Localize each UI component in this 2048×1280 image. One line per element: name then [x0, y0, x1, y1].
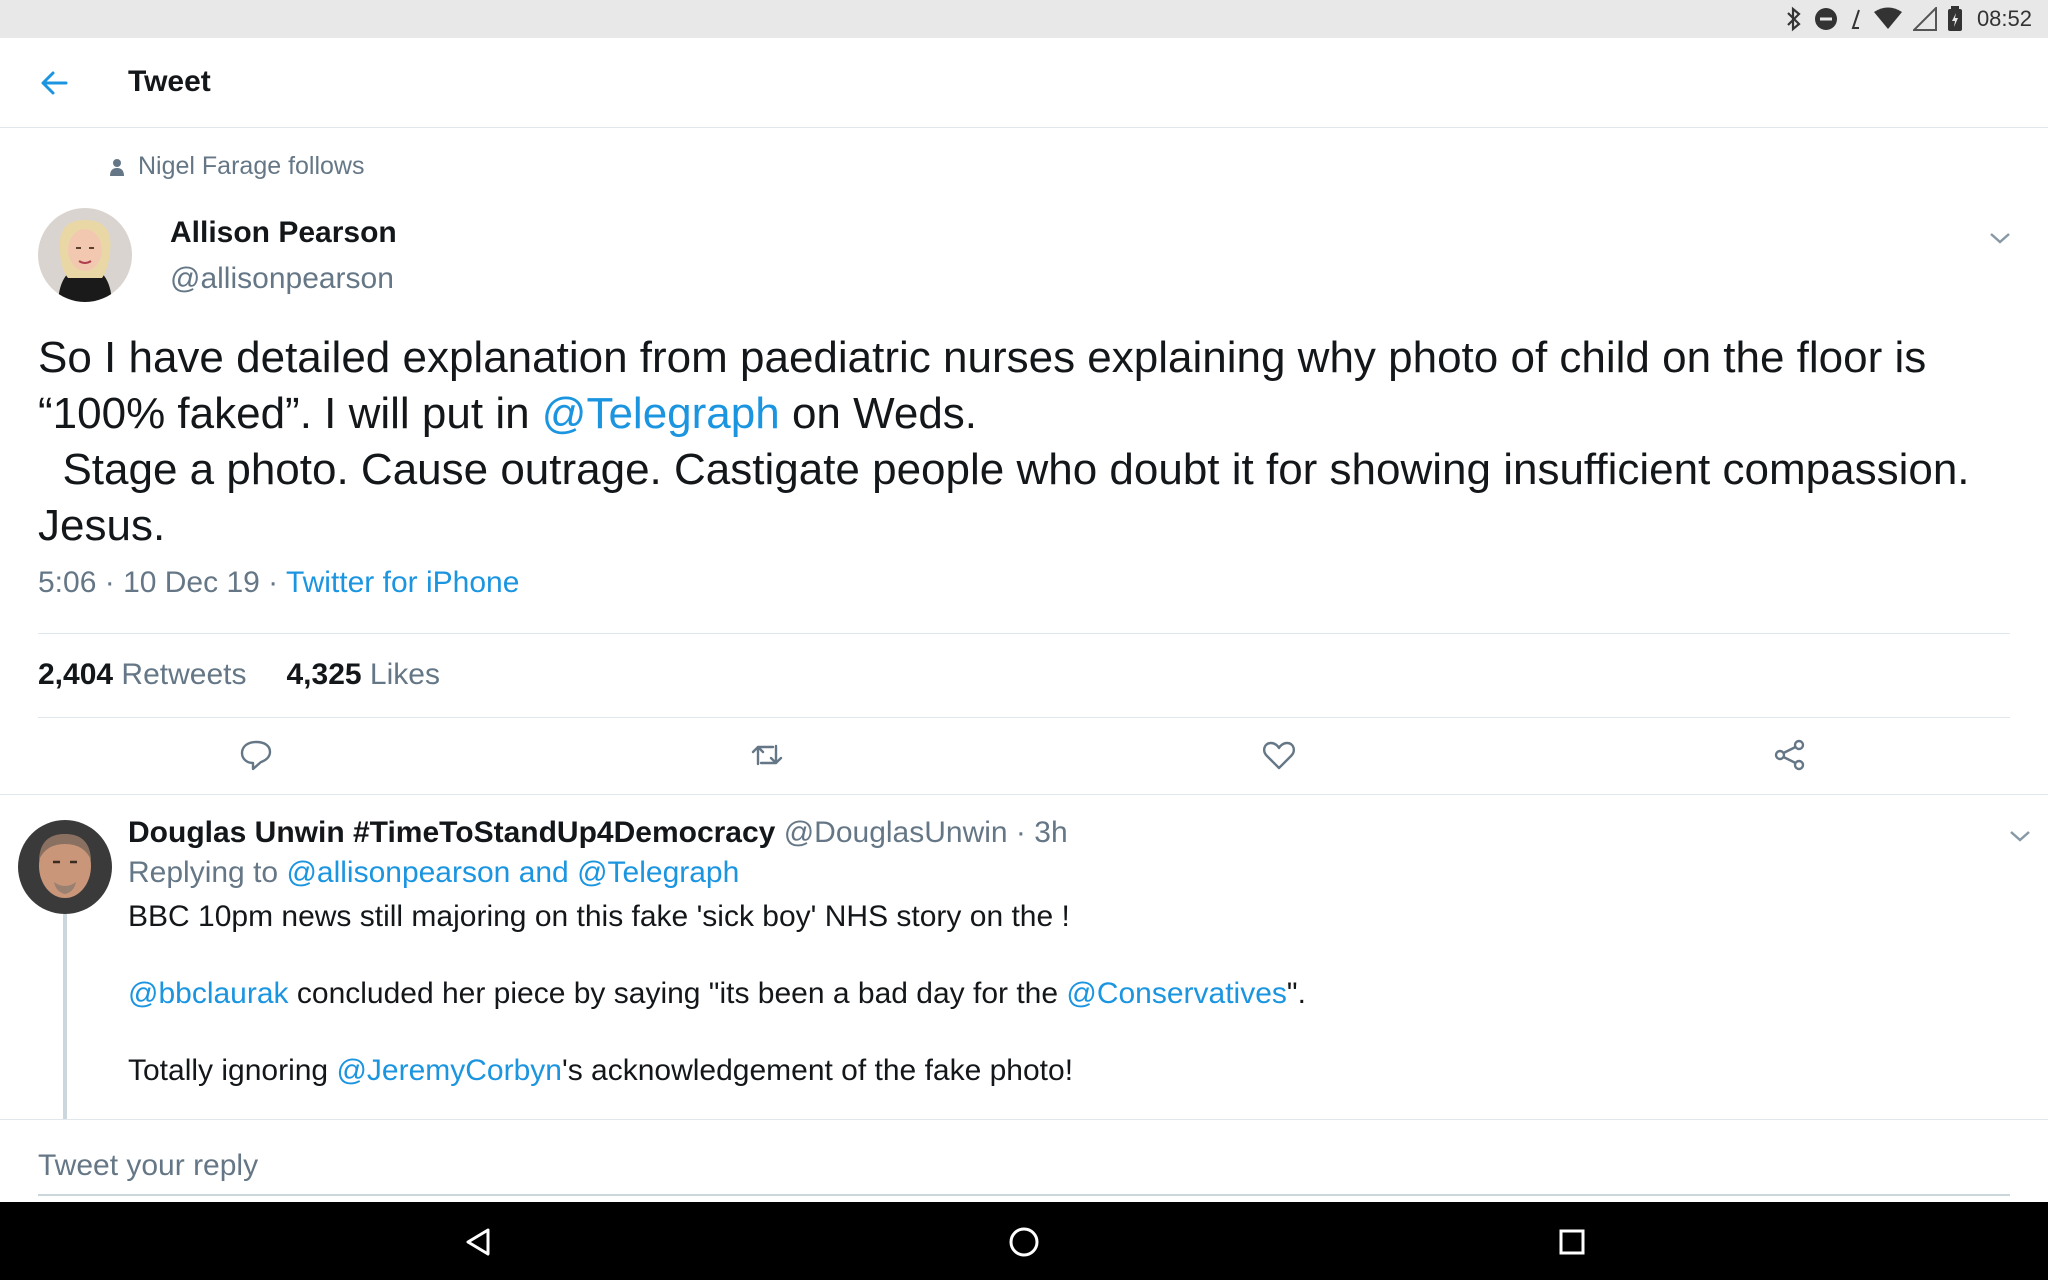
- tweet-time: 5:06: [38, 566, 97, 599]
- system-nav-bar: [0, 1202, 2048, 1280]
- data-icon: [1851, 9, 1860, 29]
- back-button[interactable]: [36, 66, 80, 100]
- tweet-text-part: So I have detailed explanation from paed…: [38, 333, 1939, 438]
- nav-back-icon: [466, 1228, 490, 1256]
- tweet-reply-input[interactable]: [38, 1140, 2010, 1192]
- mention-link[interactable]: @bbclaurak: [128, 977, 289, 1010]
- divider: [0, 794, 2048, 795]
- replying-to-link[interactable]: @allisonpearson and @Telegraph: [286, 856, 739, 889]
- reply-author[interactable]: Douglas Unwin #TimeToStandUp4Democracy @…: [128, 816, 1068, 850]
- replying-label: Replying to: [128, 856, 287, 889]
- reply-paragraph: BBC 10pm news still majoring on this fak…: [128, 900, 1070, 933]
- nav-recents-icon: [1559, 1229, 1585, 1255]
- reply-author-avatar-image: [18, 820, 112, 914]
- like-icon: [1263, 741, 1295, 770]
- tweet-options-button[interactable]: [1988, 228, 2012, 248]
- author-avatar-image: [38, 208, 132, 302]
- author-handle[interactable]: @allisonpearson: [170, 262, 394, 296]
- reply-text-part: Totally ignoring: [128, 1054, 337, 1087]
- reply-text-part: ".: [1286, 977, 1306, 1010]
- divider: [38, 717, 2010, 718]
- author-avatar[interactable]: [38, 208, 132, 302]
- social-context-text: Nigel Farage follows: [138, 152, 365, 180]
- person-icon: [110, 158, 124, 176]
- mention-link[interactable]: @Telegraph: [542, 389, 780, 438]
- reply-paragraph: Totally ignoring @JeremyCorbyn's acknowl…: [128, 1052, 1978, 1090]
- bluetooth-icon: [1787, 6, 1801, 32]
- reply-age: 3h: [1034, 816, 1068, 849]
- like-button[interactable]: [1261, 737, 1297, 773]
- reply-author-handle: @DouglasUnwin: [783, 816, 1008, 849]
- chevron-down-icon: [2010, 831, 2030, 842]
- app-header: Tweet: [0, 38, 2048, 128]
- reply-paragraph: @bbclaurak concluded her piece by saying…: [128, 975, 1978, 1013]
- nav-recents-button[interactable]: [1552, 1222, 1592, 1262]
- author-name[interactable]: Allison Pearson: [170, 216, 397, 250]
- tweet-text: So I have detailed explanation from paed…: [38, 330, 2018, 554]
- social-context: Nigel Farage follows: [110, 152, 365, 181]
- reply-text-part: concluded her piece by saying "its been …: [288, 977, 1067, 1010]
- retweets-count: 2,404: [38, 658, 114, 691]
- mention-link[interactable]: @JeremyCorbyn: [336, 1054, 562, 1087]
- share-icon: [1774, 739, 1805, 771]
- tweet-date: 10 Dec 19: [123, 566, 260, 599]
- reply-input-underline: [38, 1194, 2010, 1196]
- nav-home-button[interactable]: [1004, 1222, 1044, 1262]
- reply-text: BBC 10pm news still majoring on this fak…: [128, 898, 1978, 1129]
- thread-line: [63, 914, 67, 1119]
- replying-to: Replying to @allisonpearson and @Telegra…: [128, 856, 739, 890]
- divider: [0, 1119, 2048, 1120]
- tweet-meta: 5:06 · 10 Dec 19 · Twitter for iPhone: [38, 566, 520, 599]
- retweets-stat[interactable]: 2,404 Retweets: [38, 658, 246, 692]
- dnd-icon: [1814, 8, 1837, 30]
- chevron-down-icon: [1990, 233, 2010, 244]
- page-title: Tweet: [128, 65, 211, 98]
- tweet-source-link[interactable]: Twitter for iPhone: [286, 566, 519, 599]
- reply-author-name: Douglas Unwin #TimeToStandUp4Democracy: [128, 816, 776, 849]
- back-arrow-icon: [41, 71, 68, 95]
- battery-icon: [1947, 6, 1962, 31]
- status-bar: 08:52: [0, 0, 2048, 38]
- reply-separator: ·: [1007, 816, 1035, 849]
- divider: [38, 633, 2010, 634]
- likes-stat[interactable]: 4,325 Likes: [286, 658, 439, 692]
- likes-label: Likes: [369, 658, 440, 691]
- tweet-stats: 2,404 Retweets 4,325 Likes: [38, 658, 440, 692]
- wifi-icon: [1873, 7, 1902, 29]
- status-icons: 08:52: [1785, 0, 2048, 38]
- share-button[interactable]: [1772, 737, 1808, 773]
- signal-icon: [1912, 7, 1937, 31]
- retweets-label: Retweets: [121, 658, 247, 691]
- reply-text-part: 's acknowledgement of the fake photo!: [561, 1054, 1074, 1087]
- retweet-icon: [751, 744, 783, 766]
- reply-options-button[interactable]: [2008, 826, 2032, 846]
- reply-icon: [240, 740, 272, 771]
- likes-count: 4,325: [286, 658, 362, 691]
- reply-author-avatar[interactable]: [18, 820, 112, 914]
- status-time: 08:52: [1976, 6, 2032, 31]
- mention-link[interactable]: @Conservatives: [1066, 977, 1287, 1010]
- retweet-button[interactable]: [749, 737, 785, 773]
- nav-home-icon: [1009, 1227, 1039, 1257]
- reply-button[interactable]: [238, 737, 274, 773]
- nav-back-button[interactable]: [458, 1222, 498, 1262]
